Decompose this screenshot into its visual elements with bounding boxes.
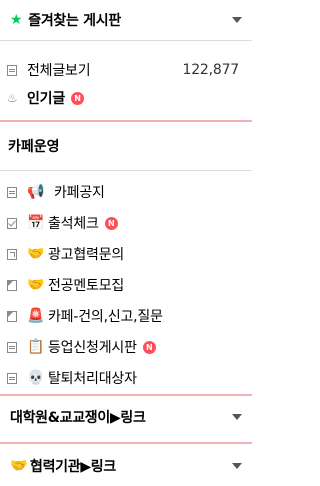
handshake-icon: 🤝 <box>27 277 45 293</box>
board-attendance[interactable]: 📅 출석체크 N <box>0 211 252 235</box>
board-label: 출석체크 <box>48 216 99 232</box>
board-label: 카페-건의,신고,질문 <box>48 309 163 325</box>
chevron-down-icon[interactable] <box>232 16 242 24</box>
post-count: 122,877 <box>182 62 240 78</box>
board-suggestions[interactable]: 🚨 카페-건의,신고,질문 <box>0 304 252 328</box>
favorites-label: 즐겨찾는 게시판 <box>28 13 121 29</box>
document-icon <box>7 341 17 353</box>
star-icon: ★ <box>10 12 23 28</box>
board-label: 등업신청게시판 <box>48 340 137 356</box>
siren-icon: 🚨 <box>27 308 45 324</box>
all-posts-link[interactable]: 전체글보기 122,877 <box>0 58 252 82</box>
grad-section-header[interactable]: 대학원&교교쟁이▶링크 <box>0 398 252 436</box>
board-mentor-recruit[interactable]: 🤝 전공멘토모집 <box>0 273 252 297</box>
popular-label: 인기글 <box>27 91 66 107</box>
flame-icon: ♨ <box>7 91 18 105</box>
link-arrow-icon <box>7 248 17 260</box>
cafe-ops-header: 카페운영 <box>0 132 252 160</box>
board-level-up[interactable]: 📋 등업신청게시판 N <box>0 335 252 359</box>
document-icon <box>7 64 17 76</box>
favorites-header[interactable]: ★ 즐겨찾는 게시판 <box>0 0 252 40</box>
board-label: 탈퇴처리대상자 <box>48 371 137 387</box>
board-ad-inquiry[interactable]: 🤝 광고협력문의 <box>0 242 252 266</box>
new-badge: N <box>71 91 85 105</box>
chevron-down-icon[interactable] <box>232 462 242 470</box>
section-title: 협력기관▶링크 <box>30 459 116 475</box>
skull-icon: 💀 <box>27 370 45 386</box>
popular-posts-link[interactable]: ♨ 인기글 N <box>0 86 252 110</box>
image-board-icon <box>7 279 17 291</box>
megaphone-icon: 📢 <box>27 184 45 200</box>
board-label: 전공멘토모집 <box>48 278 125 294</box>
chevron-down-icon[interactable] <box>232 413 242 421</box>
calendar-icon: 📅 <box>27 215 45 231</box>
new-badge: N <box>142 340 156 354</box>
new-badge: N <box>104 216 118 230</box>
clipboard-icon: 📋 <box>27 339 45 355</box>
handshake-icon: 🤝 <box>10 458 28 474</box>
section-title: 대학원&교교쟁이▶링크 <box>10 410 146 426</box>
board-label: 카페공지 <box>54 185 105 201</box>
board-withdrawal[interactable]: 💀 탈퇴처리대상자 <box>0 366 252 390</box>
partner-section-header[interactable]: 🤝 협력기관▶링크 <box>0 446 252 486</box>
checkbox-icon <box>7 217 17 229</box>
board-label: 광고협력문의 <box>48 247 125 263</box>
all-posts-label: 전체글보기 <box>27 63 91 79</box>
document-icon <box>7 186 17 198</box>
document-icon <box>7 372 17 384</box>
handshake-icon: 🤝 <box>27 246 45 262</box>
section-title: 카페운영 <box>8 139 60 155</box>
image-board-icon <box>7 310 17 322</box>
board-cafe-notice[interactable]: 📢 카페공지 <box>0 180 252 204</box>
